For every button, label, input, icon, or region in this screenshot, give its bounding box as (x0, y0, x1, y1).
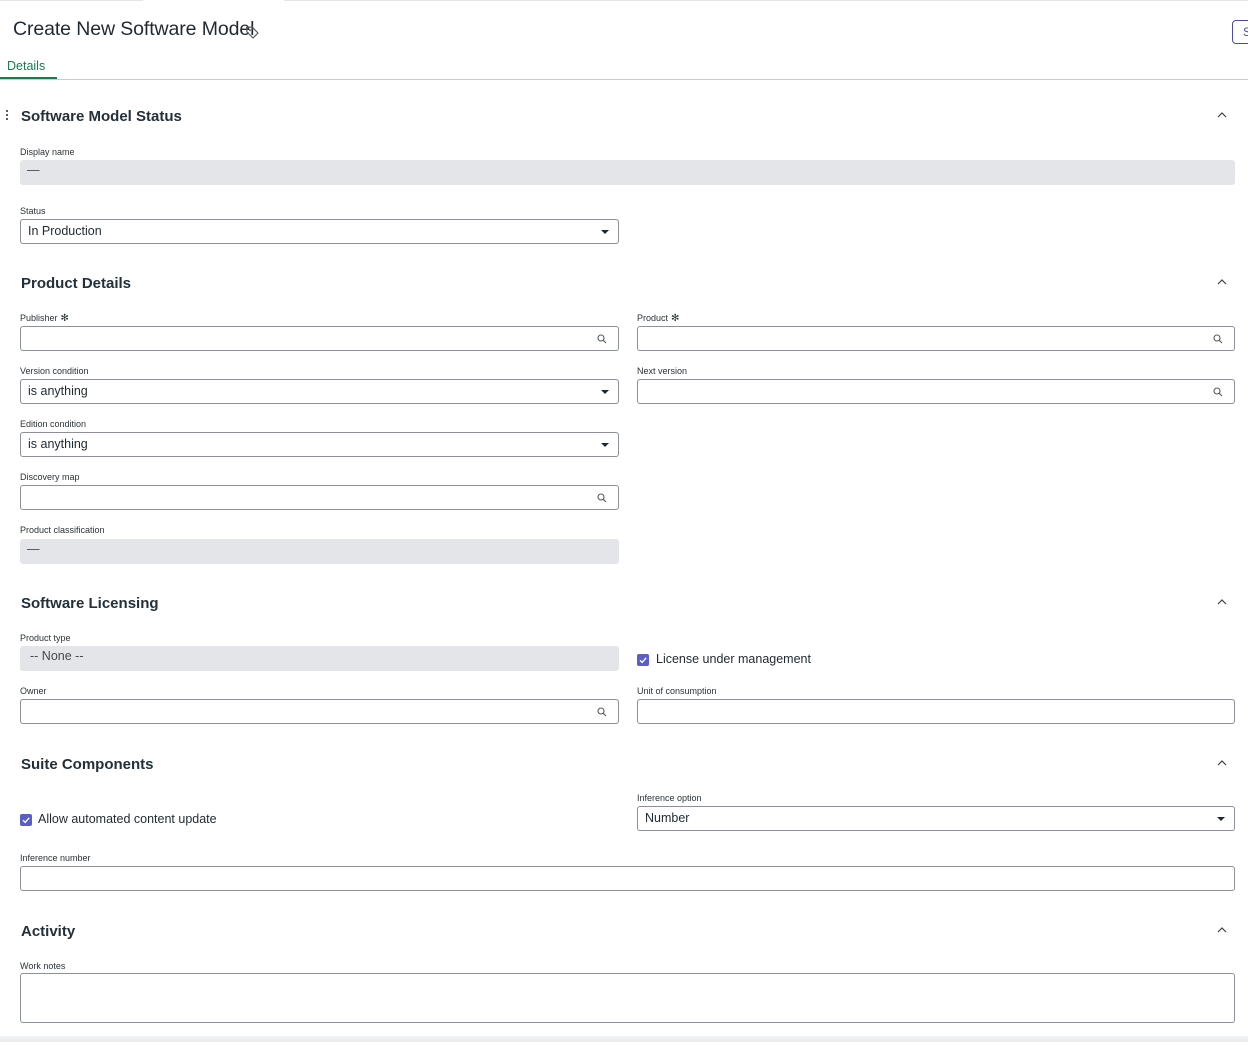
submit-button[interactable]: S (1232, 20, 1248, 44)
next-version-label: Next version (637, 366, 688, 376)
version-condition-select[interactable]: is anything (20, 379, 619, 404)
caret-down-icon (601, 390, 609, 394)
tab-divider (0, 79, 1248, 80)
unit-of-consumption-label: Unit of consumption (637, 686, 717, 696)
bottom-shadow (0, 1036, 1248, 1042)
inference-number-label: Inference number (20, 853, 91, 863)
product-type-field: -- None -- (20, 646, 619, 671)
section-title-suite: Suite Components (21, 756, 154, 773)
version-condition-label: Version condition (20, 366, 89, 376)
chevron-up-icon[interactable] (1214, 923, 1230, 937)
display-name-label: Display name (20, 147, 75, 157)
status-label: Status (20, 206, 46, 216)
required-icon: ✻ (60, 313, 69, 324)
required-icon: ✻ (671, 313, 680, 324)
search-icon[interactable] (597, 707, 607, 717)
section-title-activity: Activity (21, 923, 76, 940)
inference-number-input[interactable] (20, 866, 1235, 891)
chevron-up-icon[interactable] (1214, 756, 1230, 770)
chevron-up-icon[interactable] (1214, 595, 1230, 609)
section-title-product-details: Product Details (21, 275, 132, 292)
owner-label: Owner (20, 686, 47, 696)
search-icon[interactable] (1213, 334, 1223, 344)
tag-icon[interactable] (244, 24, 260, 40)
search-icon[interactable] (1213, 387, 1223, 397)
inference-option-value: Number (645, 811, 690, 825)
display-name-field: — (20, 160, 1235, 185)
inference-option-select[interactable]: Number (637, 806, 1235, 831)
owner-input[interactable] (20, 699, 619, 724)
caret-down-icon (1217, 817, 1225, 821)
inference-option-label: Inference option (637, 793, 702, 803)
status-select[interactable]: In Production (20, 219, 619, 244)
drag-handle-icon[interactable] (5, 110, 9, 122)
allow-update-label: Allow automated content update (38, 812, 217, 826)
search-icon[interactable] (597, 334, 607, 344)
publisher-label: Publisher ✻ (20, 313, 69, 324)
product-type-value: -- None -- (30, 649, 84, 663)
page-title: Create New Software Model (13, 18, 255, 40)
product-label-text: Product (637, 313, 669, 323)
license-under-management-checkbox[interactable] (637, 654, 649, 666)
caret-down-icon (601, 230, 609, 234)
section-title-licensing: Software Licensing (21, 595, 159, 612)
product-input[interactable] (637, 326, 1235, 351)
tab-details-label: Details (7, 59, 46, 73)
work-notes-label: Work notes (20, 961, 66, 971)
publisher-input[interactable] (20, 326, 619, 351)
section-title-status: Software Model Status (21, 108, 182, 125)
edition-condition-label: Edition condition (20, 419, 87, 429)
product-classification-value: — (27, 542, 40, 556)
product-classification-field: — (20, 539, 619, 564)
status-value: In Production (28, 224, 102, 238)
publisher-label-text: Publisher (20, 313, 58, 323)
next-version-input[interactable] (637, 379, 1235, 404)
edition-condition-select[interactable]: is anything (20, 432, 619, 457)
version-condition-value: is anything (28, 384, 88, 398)
discovery-map-input[interactable] (20, 485, 619, 510)
edition-condition-value: is anything (28, 437, 88, 451)
unit-of-consumption-input[interactable] (637, 699, 1235, 724)
chevron-up-icon[interactable] (1214, 108, 1230, 122)
top-border-gap (143, 0, 284, 2)
discovery-map-label: Discovery map (20, 472, 80, 482)
product-classification-label: Product classification (20, 525, 105, 535)
product-type-label: Product type (20, 633, 71, 643)
display-name-value: — (27, 163, 40, 177)
allow-update-checkbox[interactable] (20, 814, 32, 826)
product-label: Product ✻ (637, 313, 679, 324)
chevron-up-icon[interactable] (1214, 275, 1230, 289)
tab-details[interactable]: Details (0, 57, 57, 79)
caret-down-icon (601, 443, 609, 447)
search-icon[interactable] (597, 493, 607, 503)
work-notes-textarea[interactable] (20, 973, 1235, 1023)
license-under-management-label: License under management (656, 652, 811, 666)
